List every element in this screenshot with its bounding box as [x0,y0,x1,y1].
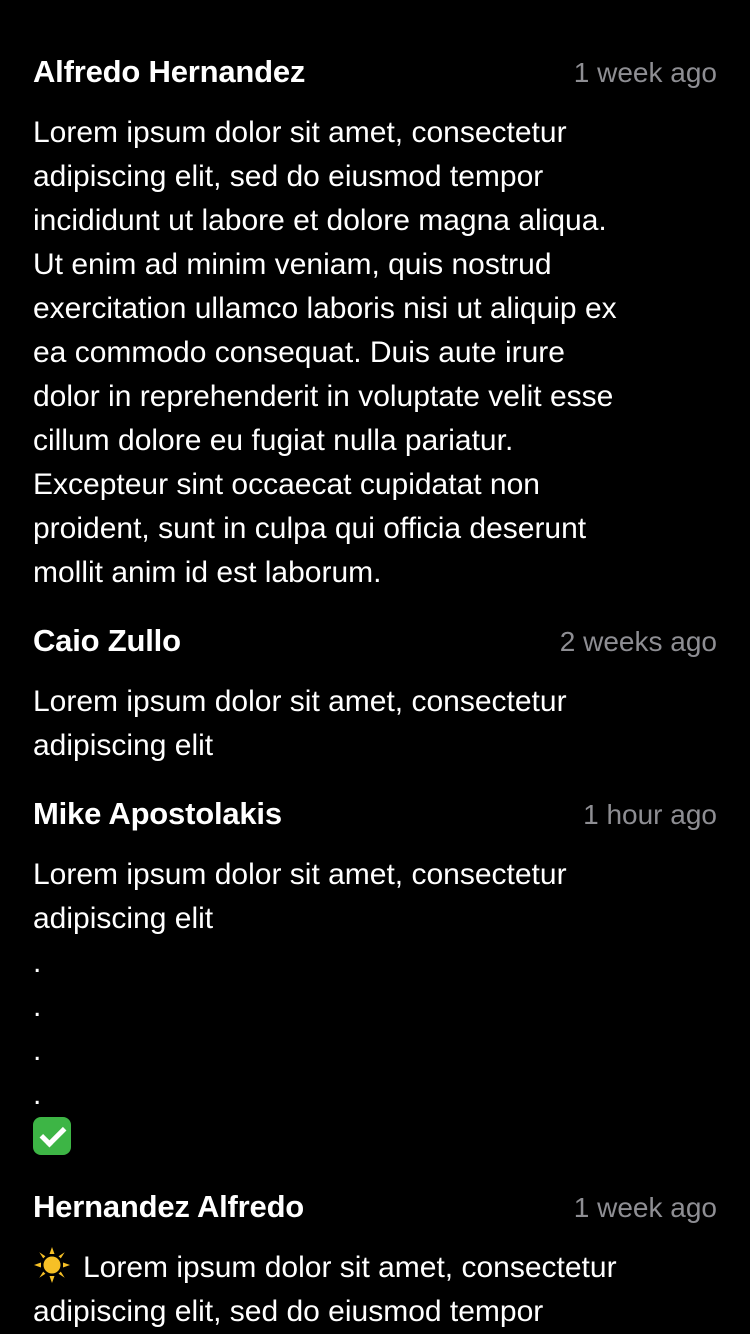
comment-item[interactable]: Mike Apostolakis 1 hour ago Lorem ipsum … [0,796,750,1161]
comment-body: Lorem ipsum dolor sit amet, consectetur … [33,116,617,589]
comment-body: Lorem ipsum dolor sit amet, consectetur … [33,685,567,762]
comment-body: Lorem ipsum dolor sit amet, consectetur … [33,1246,717,1334]
comment-body: Lorem ipsum dolor sit amet, consectetur … [33,858,567,1111]
comment-item[interactable]: Caio Zullo 2 weeks ago Lorem ipsum dolor… [0,623,750,768]
comment-header: Mike Apostolakis 1 hour ago [33,796,717,840]
comment-timestamp: 1 week ago [573,57,717,88]
comment-item[interactable]: Hernandez Alfredo 1 week ago Lorem ipsum… [0,1189,750,1334]
check-mark-emoji-icon [33,1117,71,1155]
comments-list: Alfredo Hernandez 1 week ago Lorem ipsum… [0,0,750,1328]
comment-body-text: Lorem ipsum dolor sit amet, consectetur … [33,1251,617,1328]
comment-author: Hernandez Alfredo [33,1189,305,1224]
comment-author: Alfredo Hernandez [33,54,306,89]
comment-timestamp: 2 weeks ago [559,626,717,657]
comment-author: Caio Zullo [33,623,181,658]
comment-author: Mike Apostolakis [33,796,282,831]
comment-item[interactable]: Alfredo Hernandez 1 week ago Lorem ipsum… [0,54,750,595]
sun-emoji-icon [33,1246,71,1284]
comment-timestamp: 1 week ago [573,1192,717,1223]
comment-header: Caio Zullo 2 weeks ago [33,623,717,667]
comment-header: Hernandez Alfredo 1 week ago [33,1189,717,1233]
comment-header: Alfredo Hernandez 1 week ago [33,54,717,98]
comment-emoji-line [33,1117,717,1161]
comment-timestamp: 1 hour ago [583,799,717,830]
